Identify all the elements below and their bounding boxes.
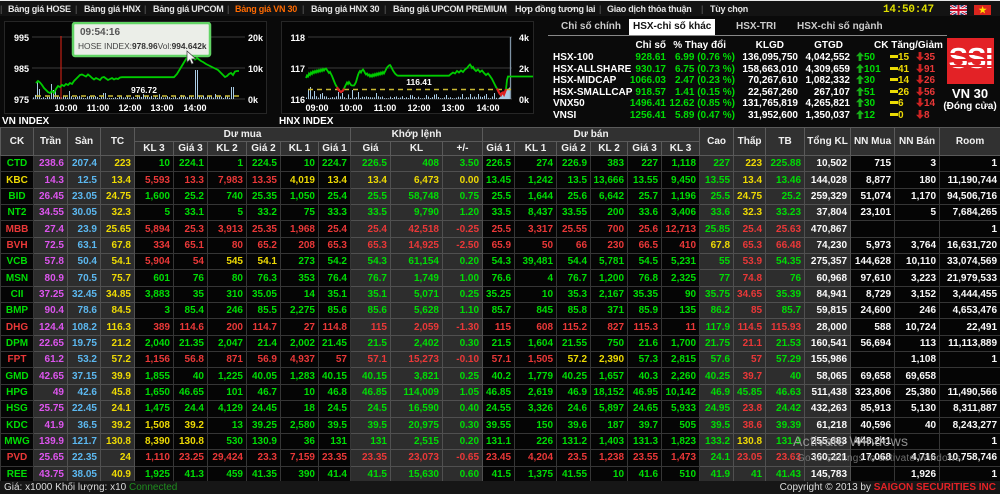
svg-text:0k: 0k — [248, 95, 259, 105]
svg-text:09:00: 09:00 — [305, 103, 328, 113]
svg-text:2k: 2k — [519, 64, 530, 74]
svg-text:20k: 20k — [248, 33, 264, 43]
svg-text:14:00: 14:00 — [476, 103, 499, 113]
svg-text:13:00: 13:00 — [441, 103, 464, 113]
svg-text:13:00: 13:00 — [150, 103, 173, 113]
svg-text:116: 116 — [290, 95, 305, 105]
svg-text:116.41: 116.41 — [406, 77, 432, 87]
svg-text:HOSE INDEX:978.96Vol:994.642k: HOSE INDEX:978.96Vol:994.642k — [78, 41, 207, 51]
svg-text:975: 975 — [14, 95, 29, 105]
svg-text:09:54:16: 09:54:16 — [80, 27, 120, 38]
svg-text:0k: 0k — [519, 95, 530, 105]
svg-text:117: 117 — [290, 64, 305, 74]
svg-text:12:00: 12:00 — [118, 103, 141, 113]
svg-text:10k: 10k — [248, 64, 264, 74]
svg-text:11:00: 11:00 — [87, 103, 110, 113]
svg-text:12:00: 12:00 — [407, 103, 430, 113]
svg-text:985: 985 — [14, 64, 29, 74]
svg-text:10:00: 10:00 — [54, 103, 77, 113]
svg-text:14:00: 14:00 — [183, 103, 206, 113]
svg-text:118: 118 — [290, 33, 305, 43]
svg-text:995: 995 — [14, 33, 29, 43]
svg-text:★: ★ — [979, 5, 988, 15]
svg-text:4k: 4k — [519, 33, 530, 43]
svg-text:976.72: 976.72 — [131, 85, 157, 95]
svg-text:10:00: 10:00 — [339, 103, 362, 113]
svg-text:11:00: 11:00 — [374, 103, 397, 113]
